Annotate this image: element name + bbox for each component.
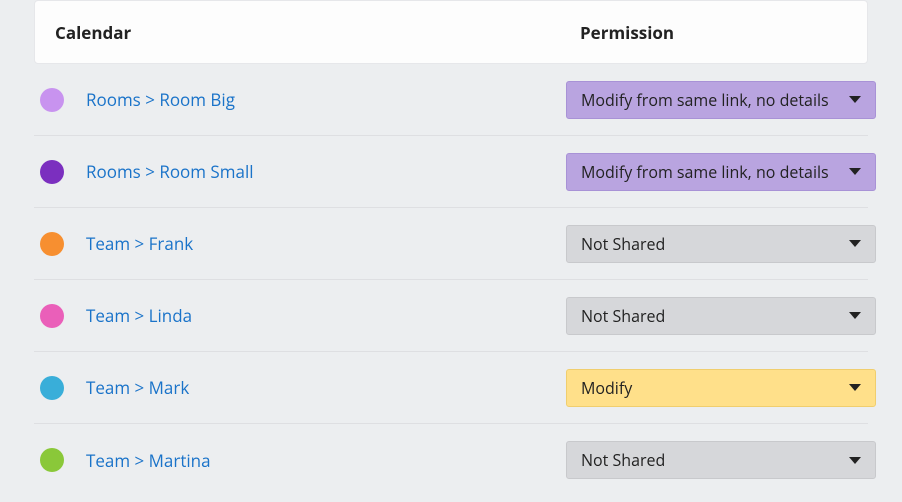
permission-cell: Modify — [566, 369, 876, 407]
calendar-permissions-table: Calendar Permission Rooms > Room Big Modi… — [0, 0, 902, 496]
permission-select-label: Not Shared — [581, 449, 665, 471]
permission-cell: Not Shared — [566, 441, 876, 479]
permission-cell: Modify from same link, no details — [566, 153, 876, 191]
permission-select[interactable]: Not Shared — [566, 441, 876, 479]
permission-select-label: Not Shared — [581, 305, 665, 327]
calendar-name-link[interactable]: Rooms > Room Big — [86, 88, 566, 111]
table-row: Team > Frank Not Shared — [34, 208, 868, 280]
permission-select-label: Modify from same link, no details — [581, 89, 829, 111]
calendar-name-link[interactable]: Team > Linda — [86, 304, 566, 327]
permission-select-label: Modify — [581, 377, 632, 399]
calendar-name-link[interactable]: Team > Frank — [86, 232, 566, 255]
permission-select[interactable]: Modify from same link, no details — [566, 81, 876, 119]
permission-select[interactable]: Modify — [566, 369, 876, 407]
table-row: Team > Martina Not Shared — [34, 424, 868, 496]
chevron-down-icon — [849, 168, 861, 175]
permission-select[interactable]: Modify from same link, no details — [566, 153, 876, 191]
calendar-color-swatch — [40, 448, 64, 472]
calendar-name-link[interactable]: Rooms > Room Small — [86, 160, 566, 183]
chevron-down-icon — [849, 457, 861, 464]
permission-cell: Modify from same link, no details — [566, 81, 876, 119]
permission-select[interactable]: Not Shared — [566, 297, 876, 335]
table-body: Rooms > Room Big Modify from same link, n… — [34, 64, 868, 496]
calendar-color-swatch — [40, 232, 64, 256]
calendar-color-swatch — [40, 88, 64, 112]
calendar-color-swatch — [40, 304, 64, 328]
header-calendar: Calendar — [55, 21, 580, 44]
table-row: Rooms > Room Big Modify from same link, n… — [34, 64, 868, 136]
table-row: Rooms > Room Small Modify from same link,… — [34, 136, 868, 208]
calendar-color-swatch — [40, 376, 64, 400]
permission-select-label: Not Shared — [581, 233, 665, 255]
chevron-down-icon — [849, 240, 861, 247]
header-permission: Permission — [580, 21, 847, 44]
calendar-name-link[interactable]: Team > Mark — [86, 376, 566, 399]
permission-cell: Not Shared — [566, 297, 876, 335]
chevron-down-icon — [849, 96, 861, 103]
calendar-name-link[interactable]: Team > Martina — [86, 449, 566, 472]
calendar-color-swatch — [40, 160, 64, 184]
chevron-down-icon — [849, 312, 861, 319]
permission-cell: Not Shared — [566, 225, 876, 263]
table-header: Calendar Permission — [34, 0, 868, 64]
permission-select-label: Modify from same link, no details — [581, 161, 829, 183]
table-row: Team > Linda Not Shared — [34, 280, 868, 352]
chevron-down-icon — [849, 384, 861, 391]
permission-select[interactable]: Not Shared — [566, 225, 876, 263]
table-row: Team > Mark Modify — [34, 352, 868, 424]
